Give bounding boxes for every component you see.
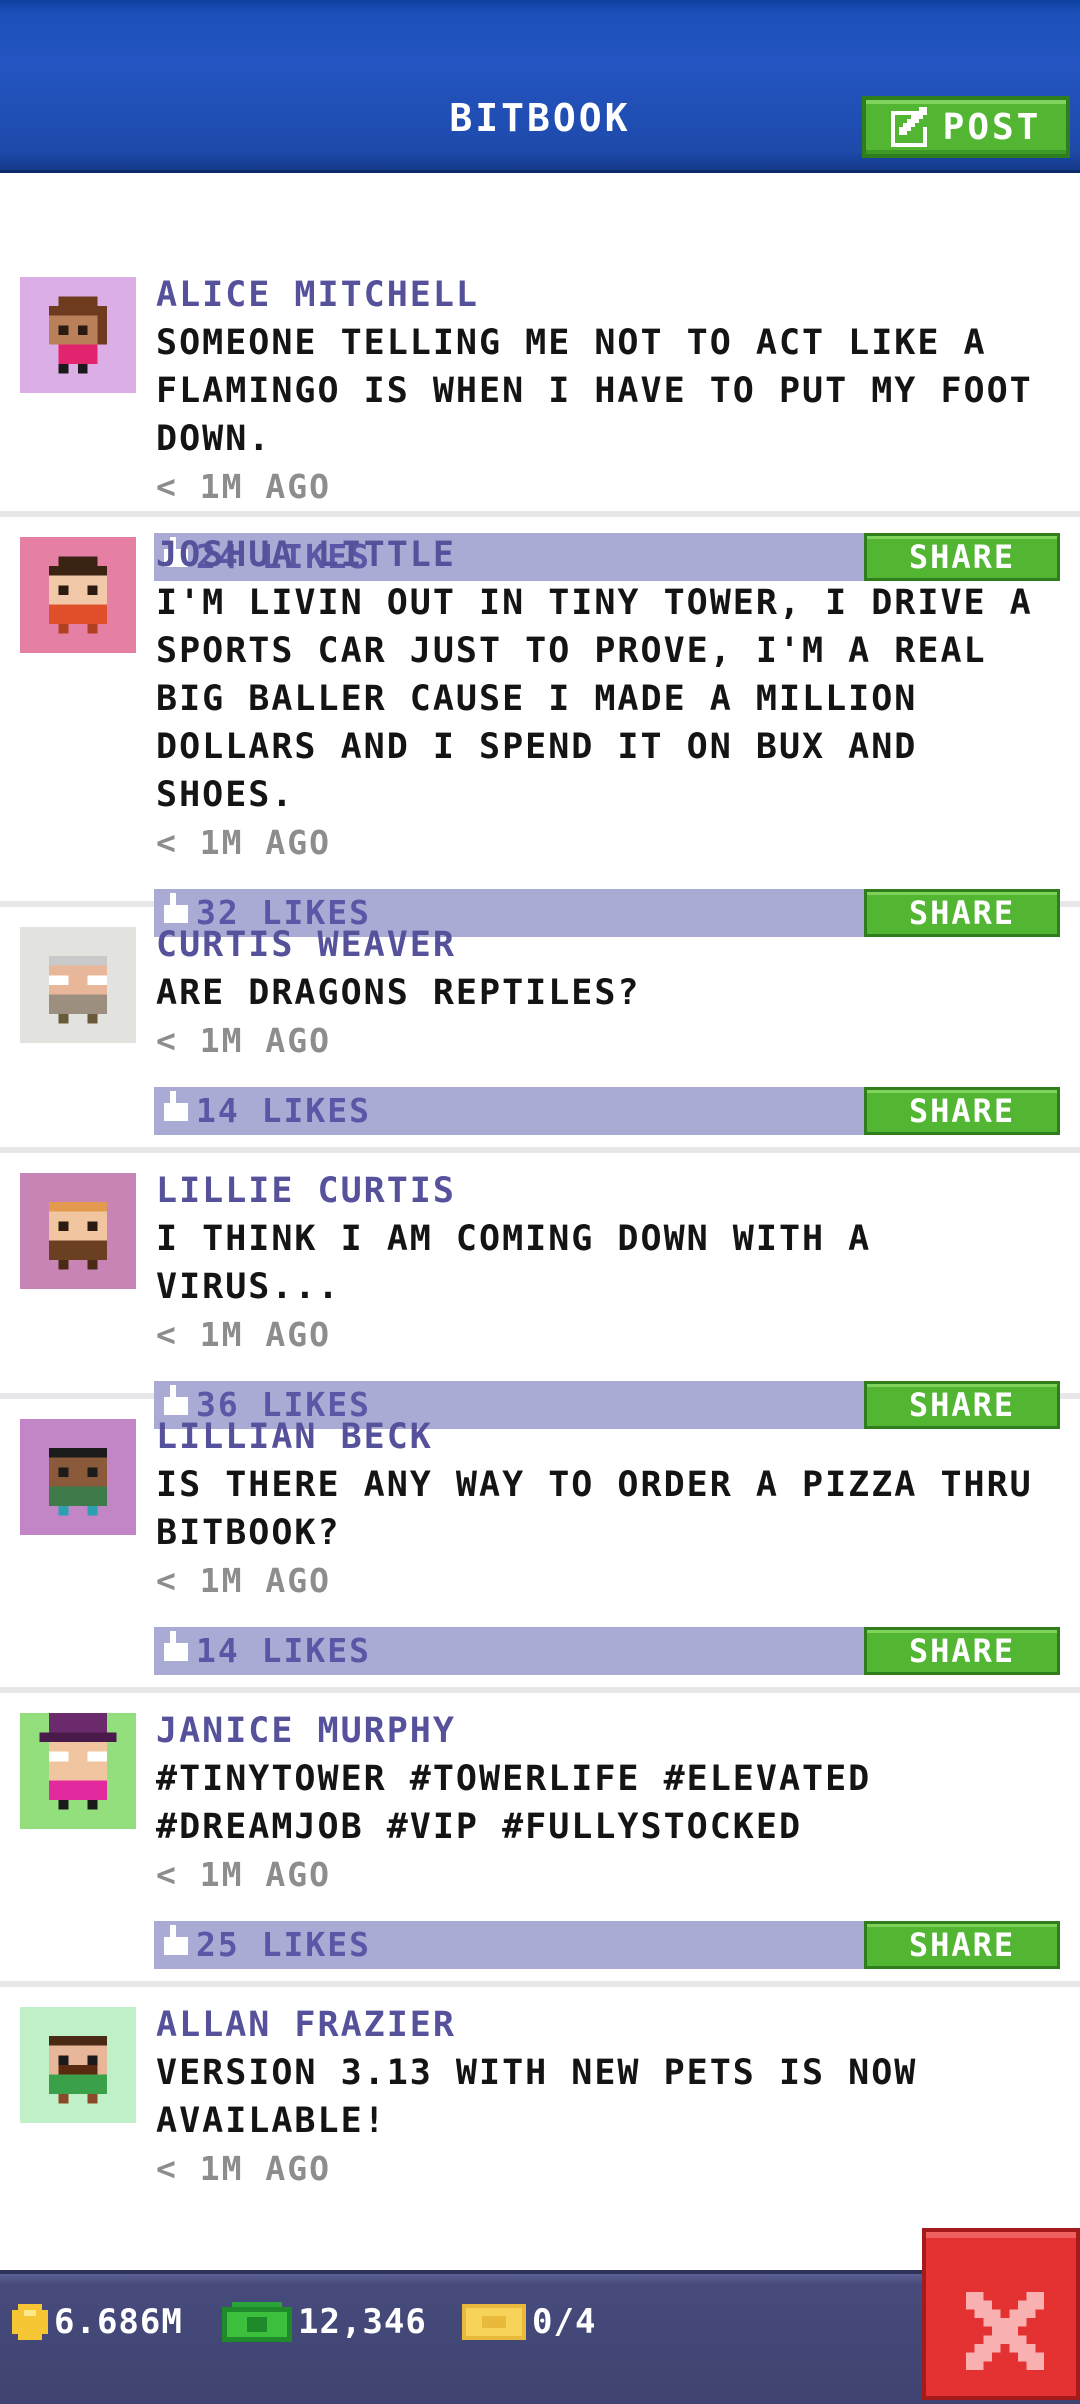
feed-post: JOSHUA LITTLE I'M LIVIN OUT IN TINY TOWE… — [0, 517, 1080, 937]
coin-icon — [12, 2304, 48, 2340]
post-text: #TINYTOWER #TOWERLIFE #ELEVATED #DREAMJO… — [156, 1759, 872, 1847]
feed-post: JANICE MURPHY #TINYTOWER #TOWERLIFE #ELE… — [0, 1693, 1080, 1987]
post-text: ARE DRAGONS REPTILES? — [156, 973, 641, 1013]
status-bar: 6.686M 12,346 0/4 — [0, 2270, 1080, 2404]
post-timestamp: < 1M AGO — [156, 1561, 331, 1600]
avatar[interactable] — [20, 1419, 136, 1535]
post-timestamp: < 1M AGO — [156, 467, 331, 506]
feed-post: ALICE MITCHELL SOMEONE TELLING ME NOT TO… — [0, 173, 1080, 581]
avatar[interactable] — [20, 2007, 136, 2123]
post-text: SOMEONE TELLING ME NOT TO ACT LIKE A FLA… — [156, 323, 1033, 459]
likes-bar: 14 LIKES SHARE — [154, 1627, 1060, 1675]
likes-bar: 14 LIKES SHARE — [154, 1087, 1060, 1135]
share-button[interactable]: SHARE — [864, 1087, 1060, 1135]
likes-count[interactable]: 25 LIKES — [164, 1921, 371, 1969]
character-sprite-icon — [49, 2036, 107, 2104]
close-button[interactable] — [922, 2228, 1080, 2400]
coins-stat: 6.686M — [12, 2302, 183, 2342]
character-sprite-icon — [39, 1713, 117, 1810]
likes-bar: 25 LIKES SHARE — [154, 1921, 1060, 1969]
bux-value: 12,346 — [298, 2302, 427, 2342]
post-timestamp: < 1M AGO — [156, 2149, 331, 2188]
post-text: VERSION 3.13 WITH NEW PETS IS NOW AVAILA… — [156, 2053, 918, 2141]
feed-post: LILLIE CURTIS I THINK I AM COMING DOWN W… — [0, 1153, 1080, 1429]
post-author[interactable]: ALLAN FRAZIER — [156, 2001, 1080, 2049]
character-sprite-icon — [49, 556, 107, 634]
feed-post: LILLIAN BECK IS THERE ANY WAY TO ORDER A… — [0, 1399, 1080, 1693]
post-author[interactable]: JOSHUA LITTLE — [156, 531, 1080, 579]
avatar[interactable] — [20, 1713, 136, 1829]
like-icon — [164, 1925, 188, 1955]
post-button-label: POST — [942, 106, 1042, 148]
character-sprite-icon — [49, 1448, 107, 1516]
ticket-icon — [462, 2304, 526, 2340]
likes-label: 14 LIKES — [196, 1631, 371, 1670]
like-icon — [164, 1091, 188, 1121]
tickets-stat: 0/4 — [462, 2302, 596, 2342]
bux-icon — [222, 2302, 292, 2342]
post-author[interactable]: CURTIS WEAVER — [156, 921, 1080, 969]
post-text: IS THERE ANY WAY TO ORDER A PIZZA THRU B… — [156, 1465, 1033, 1553]
avatar[interactable] — [20, 1173, 136, 1289]
character-sprite-icon — [49, 956, 107, 1024]
close-icon — [966, 2292, 1044, 2370]
post-author[interactable]: ALICE MITCHELL — [156, 271, 1080, 319]
character-sprite-icon — [49, 296, 107, 374]
feed-post: CURTIS WEAVER ARE DRAGONS REPTILES? < 1M… — [0, 907, 1080, 1153]
likes-label: 25 LIKES — [196, 1925, 371, 1964]
tickets-value: 0/4 — [532, 2302, 597, 2342]
post-button[interactable]: POST — [862, 96, 1070, 158]
feed-list[interactable]: ALICE MITCHELL SOMEONE TELLING ME NOT TO… — [0, 173, 1080, 2247]
like-icon — [164, 1631, 188, 1661]
character-sprite-icon — [49, 1202, 107, 1270]
post-author[interactable]: LILLIE CURTIS — [156, 1167, 1080, 1215]
likes-label: 14 LIKES — [196, 1091, 371, 1130]
share-button[interactable]: SHARE — [864, 1921, 1060, 1969]
coins-value: 6.686M — [54, 2302, 183, 2342]
post-timestamp: < 1M AGO — [156, 1315, 331, 1354]
avatar[interactable] — [20, 537, 136, 653]
post-author[interactable]: JANICE MURPHY — [156, 1707, 1080, 1755]
avatar[interactable] — [20, 927, 136, 1043]
post-timestamp: < 1M AGO — [156, 1021, 331, 1060]
post-text: I'M LIVIN OUT IN TINY TOWER, I DRIVE A S… — [156, 583, 1033, 815]
avatar[interactable] — [20, 277, 136, 393]
share-button[interactable]: SHARE — [864, 1627, 1060, 1675]
likes-count[interactable]: 14 LIKES — [164, 1627, 371, 1675]
feed-post: ALLAN FRAZIER VERSION 3.13 WITH NEW PETS… — [0, 1987, 1080, 2247]
app-header: BITBOOK POST — [0, 0, 1080, 173]
post-timestamp: < 1M AGO — [156, 823, 331, 862]
post-text: I THINK I AM COMING DOWN WITH A VIRUS... — [156, 1219, 872, 1307]
likes-count[interactable]: 14 LIKES — [164, 1087, 371, 1135]
compose-icon — [890, 107, 927, 147]
post-timestamp: < 1M AGO — [156, 1855, 331, 1894]
bux-stat: 12,346 — [222, 2302, 427, 2342]
post-author[interactable]: LILLIAN BECK — [156, 1413, 1080, 1461]
